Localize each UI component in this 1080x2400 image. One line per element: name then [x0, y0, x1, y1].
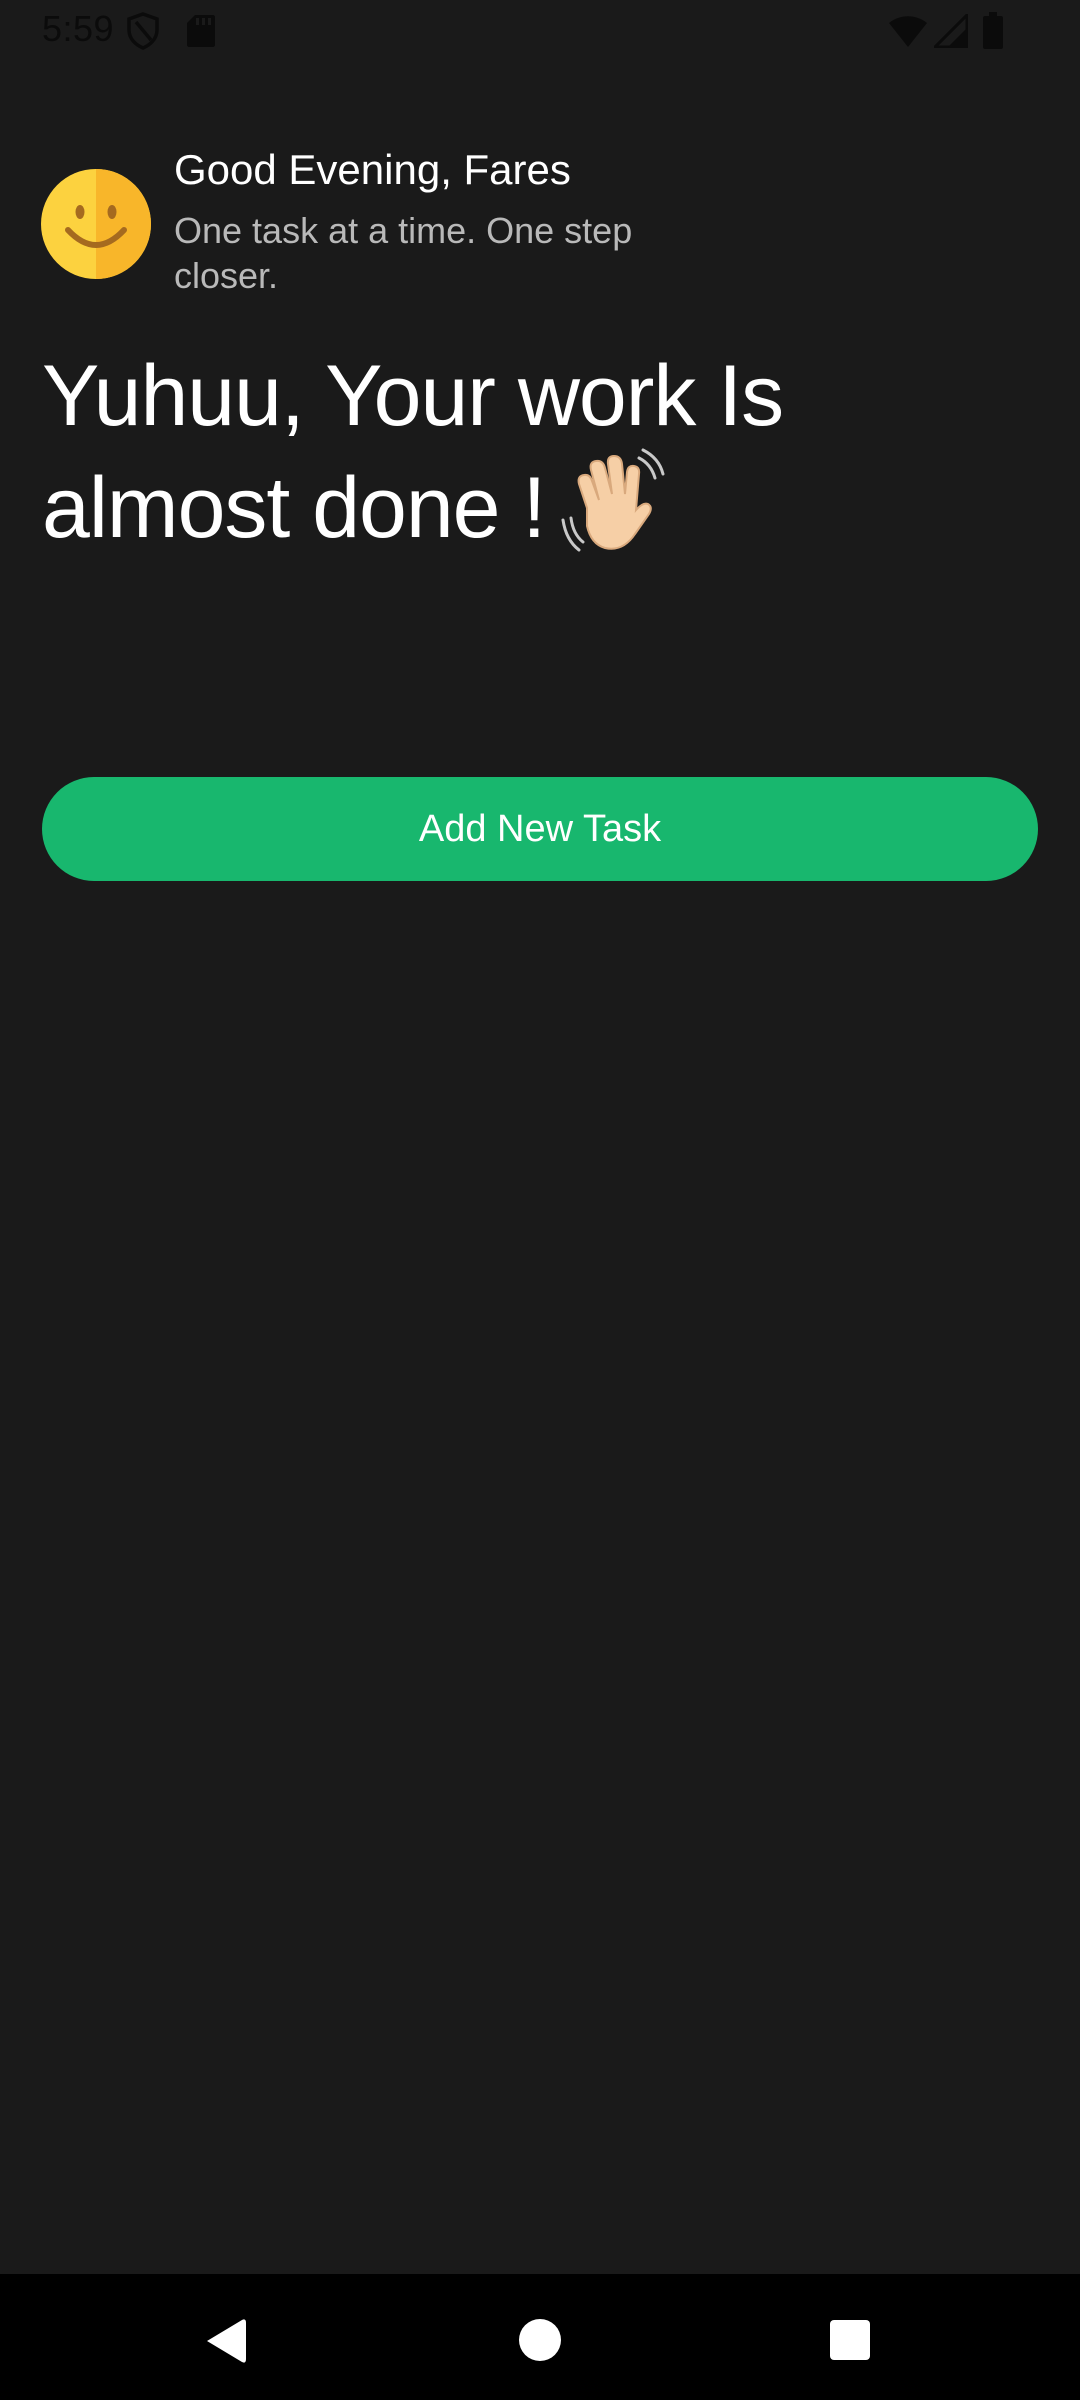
- back-icon[interactable]: [204, 2317, 248, 2365]
- headline-line-2: almost done !: [42, 448, 942, 570]
- recents-icon[interactable]: [830, 2320, 870, 2360]
- sd-card-icon: [187, 15, 215, 47]
- headline-line-2-text: almost done !: [42, 460, 546, 556]
- status-time: 5:59: [42, 8, 115, 49]
- add-new-task-button[interactable]: Add New Task: [42, 777, 1038, 881]
- screen: 5:59 Good Evening, Fares One task at a t…: [0, 0, 1080, 2400]
- status-bar: 5:59: [0, 0, 1080, 64]
- headline-line-1: Yuhuu, Your work Is: [42, 348, 784, 444]
- wifi-icon: [889, 16, 927, 47]
- greeting-text: Good Evening, Fares: [174, 146, 571, 193]
- battery-icon: [983, 12, 1003, 49]
- shield-icon: [127, 12, 159, 50]
- waving-hand-icon: [561, 448, 665, 552]
- smiley-face-icon: [41, 169, 151, 279]
- navigation-bar: [0, 2274, 1080, 2400]
- subtitle-text: One task at a time. One step closer.: [174, 210, 633, 296]
- home-icon[interactable]: [518, 2318, 562, 2362]
- headline: Yuhuu, Your work Is almost done !: [42, 340, 942, 570]
- signal-icon: [934, 14, 968, 48]
